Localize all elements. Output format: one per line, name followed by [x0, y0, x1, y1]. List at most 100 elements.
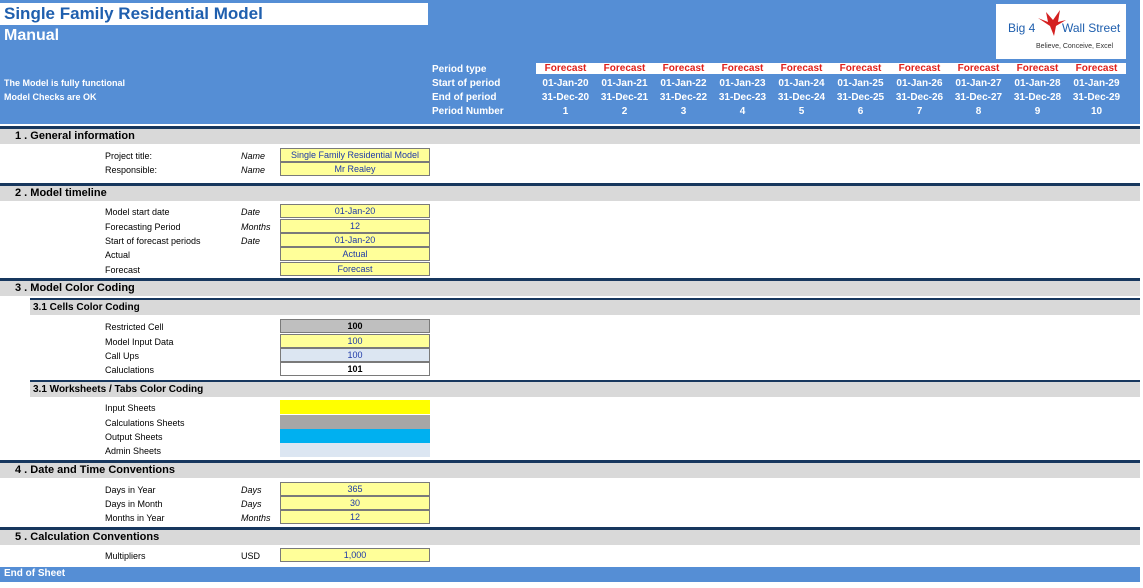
model-status-checks: Model Checks are OK: [4, 92, 97, 102]
period-type: Forecast: [536, 63, 595, 74]
tab-coding-label: Input Sheets: [105, 403, 156, 413]
cell-coding-label: Caluclations: [105, 365, 155, 375]
period-number: 6: [857, 106, 864, 117]
date-conv-label: Months in Year: [105, 513, 165, 523]
call-ups-sample: 100: [280, 348, 430, 362]
period-start: 01-Jan-22: [660, 78, 707, 89]
timeline-label: Forecast: [105, 265, 141, 275]
tab-coding-label: Output Sheets: [105, 432, 163, 442]
calculations-sample: 101: [280, 362, 430, 376]
timeline-unit: Months: [241, 222, 271, 232]
admin-sheets-swatch: [280, 443, 430, 457]
actual-input[interactable]: Actual: [280, 247, 430, 261]
page-subtitle: Manual: [4, 27, 60, 44]
timeline-label: Start of forecast periods: [105, 236, 201, 246]
period-end: 31-Dec-26: [895, 92, 944, 103]
period-start: 01-Jan-28: [1014, 78, 1061, 89]
period-start: 01-Jan-29: [1073, 78, 1120, 89]
period-type: Forecast: [772, 63, 831, 74]
period-type: Forecast: [654, 63, 713, 74]
period-type: Forecast: [831, 63, 890, 74]
forecasting-period-input[interactable]: 12: [280, 219, 430, 233]
period-type: Forecast: [949, 63, 1008, 74]
subsection-tabs-color-coding: 3.1 Worksheets / Tabs Color Coding: [30, 382, 1140, 397]
period-start: 01-Jan-20: [542, 78, 589, 89]
tab-coding-label: Calculations Sheets: [105, 418, 185, 428]
period-type: Forecast: [713, 63, 772, 74]
date-conv-label: Days in Month: [105, 499, 163, 509]
tab-coding-label: Admin Sheets: [105, 446, 162, 456]
project-title-unit: Name: [241, 151, 266, 161]
period-number: 9: [1034, 106, 1041, 117]
days-in-month-input[interactable]: 30: [280, 496, 430, 510]
multipliers-label: Multipliers: [105, 551, 146, 561]
cell-coding-label: Call Ups: [105, 351, 140, 361]
timeline-label: Actual: [105, 250, 131, 260]
months-in-year-input[interactable]: 12: [280, 510, 430, 524]
period-start: 01-Jan-21: [601, 78, 648, 89]
period-type: Forecast: [595, 63, 654, 74]
date-conv-label: Days in Year: [105, 485, 156, 495]
period-end: 31-Dec-22: [659, 92, 708, 103]
model-status-functional: The Model is fully functional: [4, 78, 126, 88]
period-type: Forecast: [890, 63, 949, 74]
period-start: 01-Jan-26: [896, 78, 943, 89]
end-of-period-label: End of period: [432, 92, 497, 103]
period-number: 3: [680, 106, 687, 117]
responsible-unit: Name: [241, 165, 266, 175]
model-input-data-sample[interactable]: 100: [280, 334, 430, 348]
multipliers-unit: USD: [241, 551, 261, 561]
section-calculation-conventions: 5 . Calculation Conventions: [0, 530, 1140, 545]
period-number: 4: [739, 106, 746, 117]
start-forecast-input[interactable]: 01-Jan-20: [280, 233, 430, 247]
section-model-color-coding: 3 . Model Color Coding: [0, 281, 1140, 296]
period-start: 01-Jan-25: [837, 78, 884, 89]
period-end: 31-Dec-25: [836, 92, 885, 103]
start-of-period-label: Start of period: [432, 78, 501, 89]
calculations-sheets-swatch: [280, 415, 430, 429]
section-model-timeline: 2 . Model timeline: [0, 186, 1140, 201]
period-number: 7: [916, 106, 923, 117]
logo: Big 4 Wall Street Believe, Conceive, Exc…: [996, 4, 1126, 59]
date-conv-unit: Days: [241, 485, 262, 495]
logo-tagline: Believe, Conceive, Excel: [1036, 43, 1114, 50]
section-general-information: 1 . General information: [0, 129, 1140, 144]
timeline-label: Model start date: [105, 207, 170, 217]
project-title-input[interactable]: Single Family Residential Model: [280, 148, 430, 162]
period-end: 31-Dec-28: [1013, 92, 1062, 103]
period-number: 10: [1090, 106, 1103, 117]
days-in-year-input[interactable]: 365: [280, 482, 430, 496]
end-of-sheet-bar: [0, 567, 1140, 582]
period-start: 01-Jan-23: [719, 78, 766, 89]
timeline-unit: Date: [241, 207, 261, 217]
period-number-label: Period Number: [432, 106, 504, 117]
project-title-label: Project title:: [105, 151, 153, 161]
period-end: 31-Dec-23: [718, 92, 767, 103]
restricted-cell-sample: 100: [280, 319, 430, 333]
date-conv-unit: Months: [241, 513, 271, 523]
period-type: Forecast: [1067, 63, 1126, 74]
page-title: Single Family Residential Model: [4, 4, 263, 23]
end-of-sheet-label: End of Sheet: [4, 568, 66, 579]
period-end: 31-Dec-20: [541, 92, 590, 103]
input-sheets-swatch: [280, 400, 430, 414]
period-start: 01-Jan-27: [955, 78, 1002, 89]
period-number: 1: [562, 106, 569, 117]
period-end: 31-Dec-21: [600, 92, 649, 103]
section-date-time-conventions: 4 . Date and Time Conventions: [0, 463, 1140, 478]
timeline-label: Forecasting Period: [105, 222, 181, 232]
subsection-cells-color-coding: 3.1 Cells Color Coding: [30, 300, 1140, 315]
model-start-date-input[interactable]: 01-Jan-20: [280, 204, 430, 218]
responsible-input[interactable]: Mr Realey: [280, 162, 430, 176]
period-type: Forecast: [1008, 63, 1067, 74]
cell-coding-label: Restricted Cell: [105, 322, 164, 332]
period-number: 8: [975, 106, 982, 117]
period-number: 5: [798, 106, 805, 117]
period-start: 01-Jan-24: [778, 78, 825, 89]
logo-text-right: Wall Street: [1062, 21, 1121, 35]
output-sheets-swatch: [280, 429, 430, 443]
period-end: 31-Dec-27: [954, 92, 1003, 103]
period-number: 2: [621, 106, 628, 117]
multipliers-input[interactable]: 1,000: [280, 548, 430, 562]
forecast-input[interactable]: Forecast: [280, 262, 430, 276]
